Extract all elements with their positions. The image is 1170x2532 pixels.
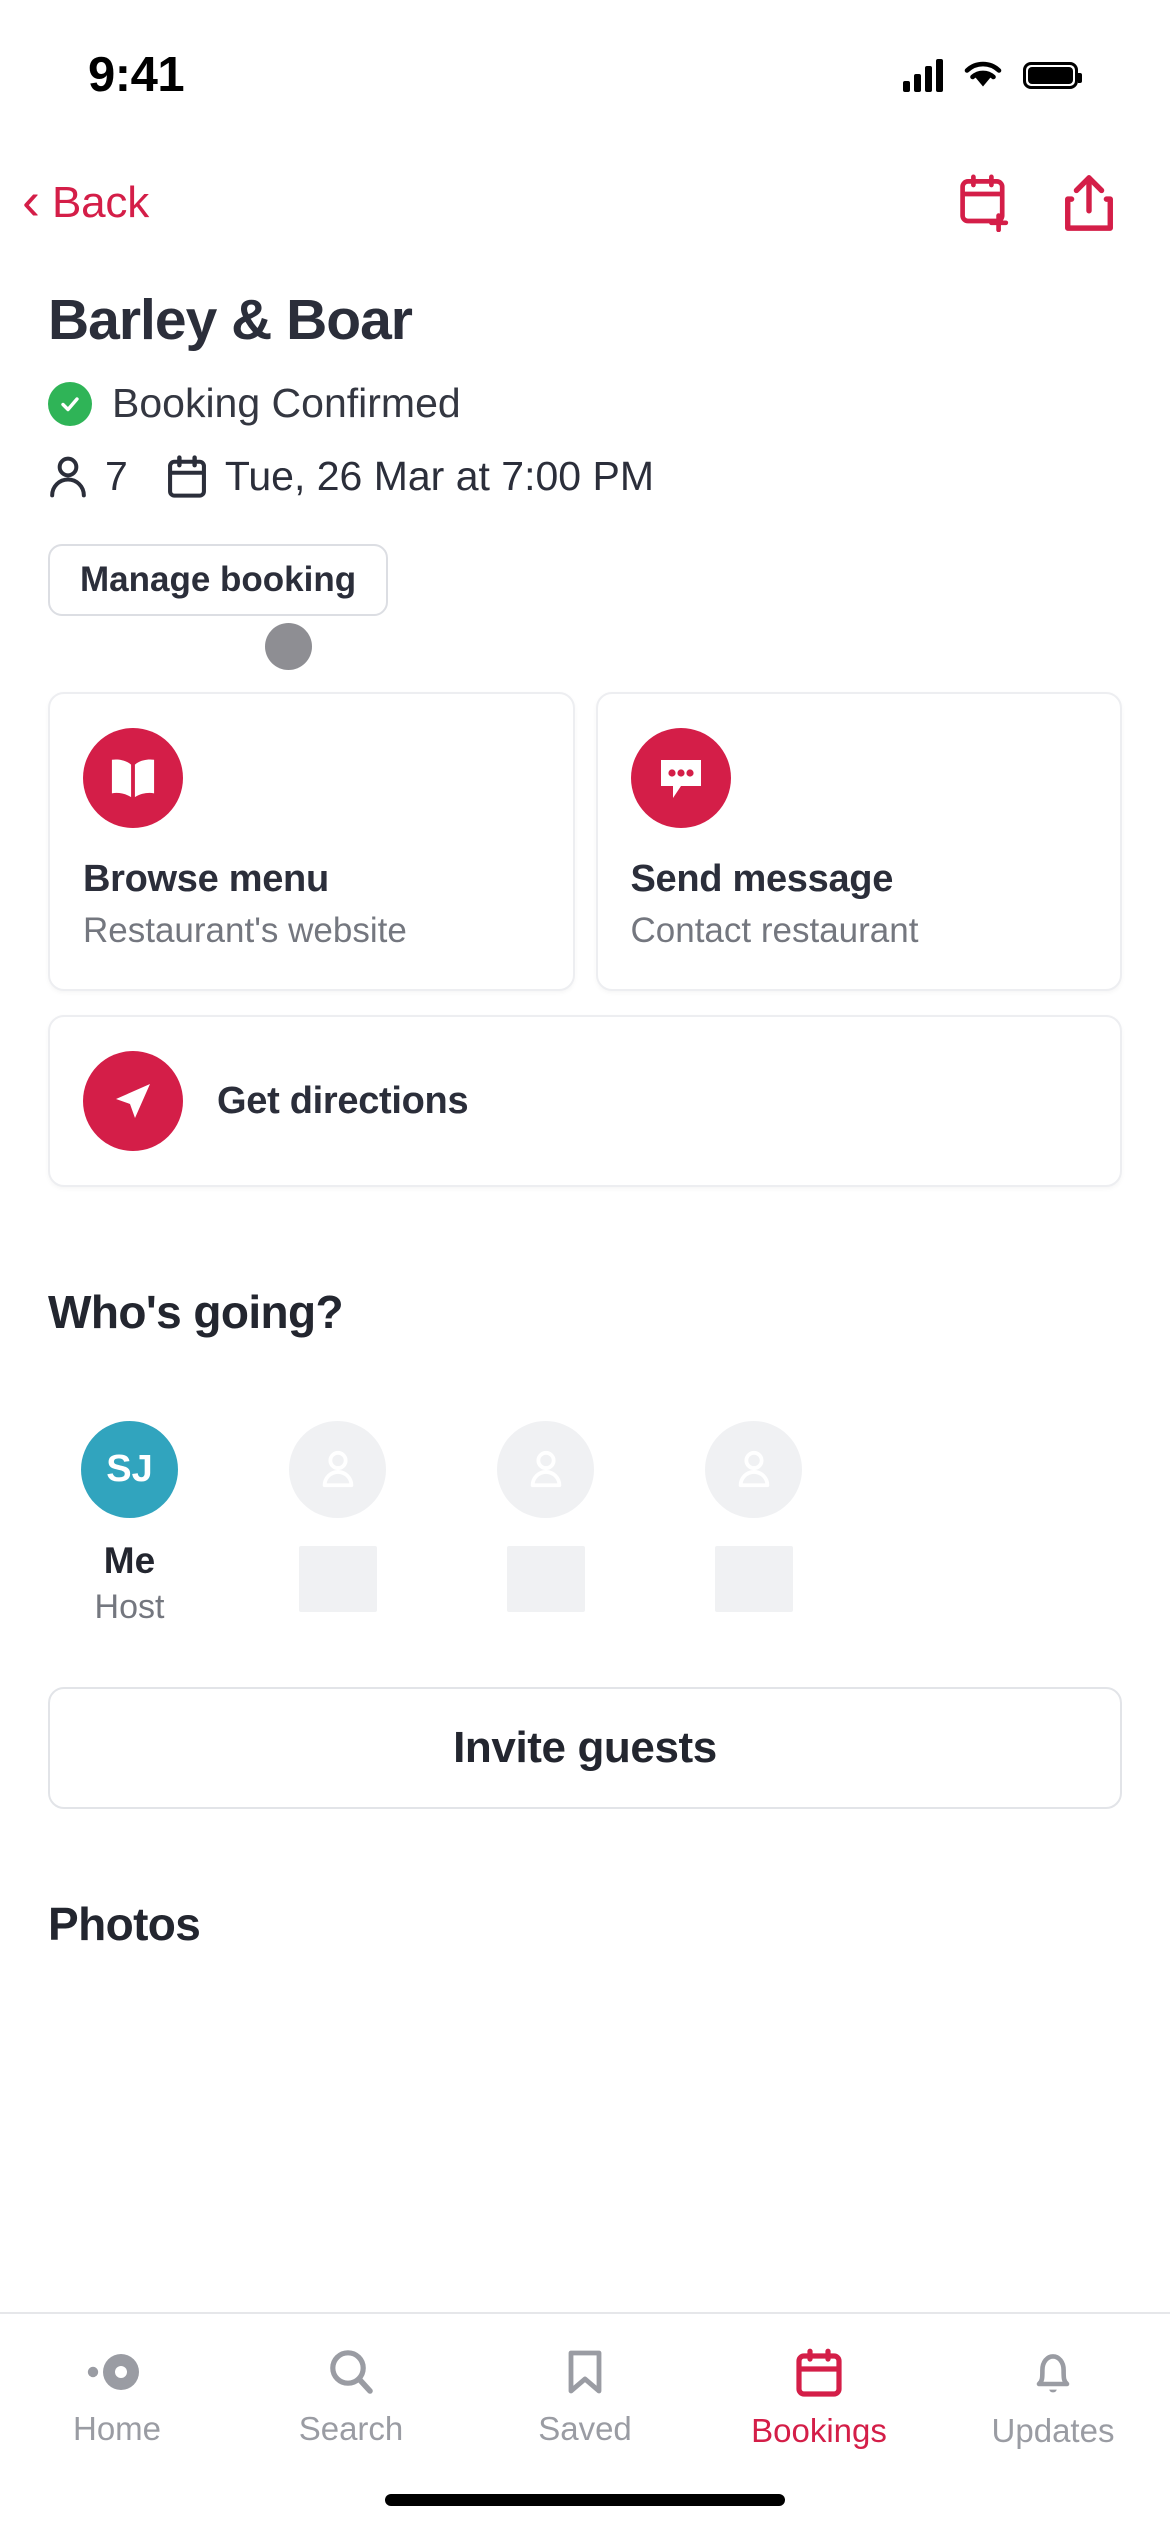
battery-icon xyxy=(1023,61,1082,89)
avatar: SJ xyxy=(81,1421,178,1518)
guest-item[interactable] xyxy=(681,1421,826,1627)
avatar-placeholder xyxy=(705,1421,802,1518)
booking-datetime: Tue, 26 Mar at 7:00 PM xyxy=(166,453,654,500)
cursor-indicator xyxy=(265,623,312,670)
page-title: Barley & Boar xyxy=(48,288,413,352)
booking-datetime-value: Tue, 26 Mar at 7:00 PM xyxy=(224,453,654,499)
tab-bookings[interactable]: Bookings xyxy=(702,2348,936,2450)
bookmark-icon xyxy=(568,2350,602,2394)
check-circle-icon xyxy=(48,381,92,426)
tab-search-label: Search xyxy=(298,2410,404,2447)
person-icon xyxy=(738,1450,769,1487)
manage-booking-button[interactable]: Manage booking xyxy=(48,544,389,616)
book-icon xyxy=(83,728,183,828)
send-message-title: Send message xyxy=(630,858,894,900)
home-indicator xyxy=(385,2494,785,2506)
party-size-value: 7 xyxy=(105,453,128,499)
nav-actions xyxy=(959,174,1115,232)
guest-name-placeholder xyxy=(298,1546,377,1612)
calendar-add-icon[interactable] xyxy=(959,174,1013,232)
tab-bookings-label: Bookings xyxy=(751,2412,887,2449)
chat-bubble-icon xyxy=(630,728,731,828)
chevron-left-icon: ‹ xyxy=(22,170,40,231)
tab-home[interactable]: Home xyxy=(0,2348,234,2448)
quick-actions: Browse menu Restaurant's website Send me… xyxy=(48,692,1122,991)
app-screen: 9:41 ‹ Back Barley & Boar Booking Confir… xyxy=(0,0,1170,2532)
search-icon xyxy=(330,2350,373,2394)
share-icon[interactable] xyxy=(1063,174,1115,232)
calendar-icon xyxy=(796,2348,842,2397)
avatar-placeholder xyxy=(289,1421,386,1518)
guest-item[interactable] xyxy=(265,1421,410,1627)
navigation-bar: ‹ Back xyxy=(0,150,1170,255)
person-icon xyxy=(530,1450,561,1487)
guest-item[interactable]: SJ Me Host xyxy=(57,1421,202,1627)
wifi-icon xyxy=(964,61,1002,87)
party-size: 7 xyxy=(48,453,128,500)
status-bar-time: 9:41 xyxy=(88,48,185,102)
tab-search[interactable]: Search xyxy=(234,2348,468,2448)
get-directions-title: Get directions xyxy=(217,1079,469,1122)
bell-icon xyxy=(1036,2354,1070,2393)
booking-detail-content: Barley & Boar Booking Confirmed 7 Tue, 2… xyxy=(0,287,1170,1951)
invite-guests-button[interactable]: Invite guests xyxy=(48,1687,1122,1809)
person-icon xyxy=(322,1450,353,1487)
browse-menu-subtitle: Restaurant's website xyxy=(83,911,407,950)
tab-home-label: Home xyxy=(72,2410,162,2447)
guest-list[interactable]: SJ Me Host xyxy=(48,1421,1122,1627)
guest-name-placeholder xyxy=(714,1546,793,1612)
guest-role: Host xyxy=(94,1588,165,1626)
status-bar-icons xyxy=(903,58,1082,92)
person-icon xyxy=(50,456,86,497)
cellular-signal-icon xyxy=(903,58,943,92)
guest-name: Me xyxy=(103,1540,156,1581)
bottom-tab-bar: Home Search Saved Bookings Updates xyxy=(0,2312,1170,2532)
send-message-card[interactable]: Send message Contact restaurant xyxy=(595,692,1122,991)
status-badge: Booking Confirmed xyxy=(112,380,461,426)
guests-section-heading: Who's going? xyxy=(48,1286,344,1338)
navigation-arrow-icon xyxy=(83,1051,183,1151)
guest-item[interactable] xyxy=(473,1421,618,1627)
photos-section-heading: Photos xyxy=(48,1898,201,1950)
back-button[interactable]: ‹ Back xyxy=(22,174,150,228)
guest-name-placeholder xyxy=(506,1546,585,1612)
booking-meta: 7 Tue, 26 Mar at 7:00 PM xyxy=(48,453,1122,500)
back-button-label: Back xyxy=(51,177,150,227)
tab-updates[interactable]: Updates xyxy=(936,2348,1170,2450)
home-icon xyxy=(87,2354,139,2390)
booking-status: Booking Confirmed xyxy=(48,380,1122,427)
get-directions-card[interactable]: Get directions xyxy=(48,1015,1122,1187)
avatar-placeholder xyxy=(497,1421,594,1518)
browse-menu-title: Browse menu xyxy=(83,858,329,900)
browse-menu-card[interactable]: Browse menu Restaurant's website xyxy=(48,692,575,991)
tab-saved-label: Saved xyxy=(538,2410,632,2447)
send-message-subtitle: Contact restaurant xyxy=(630,911,919,950)
calendar-icon xyxy=(167,454,206,498)
status-bar: 9:41 xyxy=(0,0,1170,150)
tab-updates-label: Updates xyxy=(991,2412,1115,2449)
tab-saved[interactable]: Saved xyxy=(468,2348,702,2448)
